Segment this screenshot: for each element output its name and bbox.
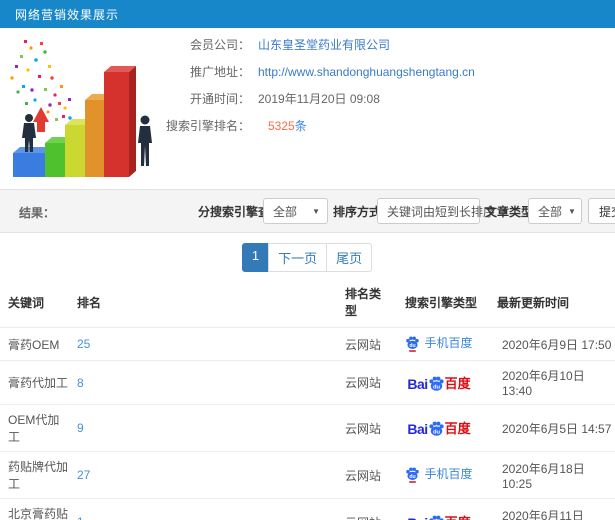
info-field-label: 开通时间： (189, 92, 250, 106)
bar-red (104, 66, 136, 177)
rank-type-cell: 云网站 (337, 451, 389, 499)
update-time-cell: 2020年6月5日 14:57 (489, 404, 615, 452)
rank-link[interactable]: 25 (77, 337, 90, 351)
keyword-cell: 北京膏药贴牌 (0, 498, 69, 520)
svg-text:du: du (410, 343, 416, 349)
baidu-logo: Bai du 百度 (407, 419, 471, 437)
rank-type-cell: 云网站 (337, 327, 389, 361)
table-row: 膏药代加工 8 云网站 Bai du 百度 2020年6月10日 13:40 (0, 360, 615, 405)
mobile-baidu-badge: du 手机百度 (405, 334, 473, 352)
col-header-update-time: 最新更新时间 (497, 295, 570, 310)
table-row: 药贴牌代加工 27 云网站 Bai du 百度 (0, 451, 615, 499)
update-time-cell: 2020年6月10日 13:40 (489, 360, 615, 405)
svg-text:du: du (433, 384, 441, 390)
keyword-cell: 膏药OEM (0, 327, 69, 361)
col-header-keyword: 关键词 (8, 295, 45, 310)
ranking-count-unit: 条 (294, 119, 307, 133)
engine-cell: Bai du 百度 du (389, 498, 489, 520)
rank-type-cell: 云网站 (337, 404, 389, 452)
pagination-item[interactable]: 尾页 (326, 243, 373, 272)
keyword-cell: OEM代加工 (0, 404, 69, 452)
rank-type-cell: 云网站 (337, 498, 389, 520)
businessman-left (22, 114, 36, 152)
table-row: 北京膏药贴牌 1 云网站 Bai du 百度 (0, 498, 615, 520)
engine-cell: Bai du 百度 du (389, 404, 489, 452)
pagination-item[interactable]: 1 (241, 243, 270, 272)
keyword-cell: 药贴牌代加工 (0, 451, 69, 499)
engine-cell: Bai du 百度 du (389, 451, 489, 499)
info-field-label: 推广地址： (189, 65, 250, 79)
rank-link[interactable]: 27 (77, 468, 90, 482)
col-header-rank-type: 排名类型 (345, 287, 382, 318)
baidu-logo-text: Bai (407, 516, 428, 520)
update-time-cell: 2020年6月18日 10:25 (489, 451, 615, 499)
baidu-paw-icon: du (429, 376, 444, 391)
result-label: 结果： (19, 206, 56, 220)
engine-cell: Bai du 百度 du (389, 360, 489, 405)
filter-bar: 结果： 分搜索引擎查看 全部 ▼ 排序方式 关键词由短到长排序 ▼ 文章类型 全… (0, 189, 615, 233)
page-title: 网络营销效果展示 (15, 7, 120, 22)
rank-link[interactable]: 8 (77, 376, 84, 390)
submit-button[interactable]: 提交 (588, 198, 615, 224)
col-header-rank: 排名 (77, 295, 102, 310)
sort-filter-value: 关键词由短到长排序 (387, 204, 496, 219)
baidu-logo-name: 百度 (444, 421, 471, 436)
engine-filter-value: 全部 (273, 204, 298, 219)
engine-cell: Bai du 百度 du (389, 327, 489, 361)
baidu-logo-name: 百度 (445, 516, 471, 520)
mobile-baidu-label: 手机百度 (424, 467, 473, 481)
ranking-count: 5325 (268, 118, 295, 133)
info-field-label: 会员公司： (189, 38, 250, 52)
info-field-row: 开通时间： 2019年11月20日 09:08 (140, 85, 475, 112)
info-field-label: 搜索引擎排名： (165, 119, 250, 133)
table-row: OEM代加工 9 云网站 Bai du 百度 2020年6月5日 14:57 (0, 404, 615, 452)
type-filter-select[interactable]: 全部 ▼ (528, 198, 582, 224)
info-field-value: 2019年11月20日 09:08 (258, 92, 380, 106)
type-filter-value: 全部 (538, 204, 563, 219)
keyword-ranking-table: 关键词 排名 排名类型 搜索引擎类型 最新更新时间 膏药OEM 25 云网站 B… (0, 277, 615, 520)
pagination-item[interactable]: 下一页 (268, 243, 328, 272)
growth-arrow-icon (33, 107, 49, 132)
page: 网络营销效果展示 会员公司： 山东皇圣堂药业有限公司 推广地址： http://… (0, 0, 615, 520)
svg-text:du: du (410, 474, 416, 480)
info-field-row: 会员公司： 山东皇圣堂药业有限公司 (140, 31, 475, 58)
engine-filter-label: 分搜索引擎查看 (198, 204, 283, 219)
col-header-engine-type: 搜索引擎类型 (405, 295, 478, 310)
pagination: 1 下一页 尾页 (0, 243, 615, 272)
baidu-paw-icon: du (429, 515, 444, 520)
baidu-logo: Bai du 百度 (407, 374, 470, 391)
keyword-cell: 膏药代加工 (0, 360, 69, 405)
rank-type-cell: 云网站 (337, 360, 389, 405)
rank-link[interactable]: 1 (77, 515, 84, 520)
update-time-cell: 2020年6月11日 11:18 (489, 498, 615, 520)
table-row: 膏药OEM 25 云网站 Bai du 百度 (0, 327, 615, 361)
update-time-cell: 2020年6月9日 17:50 (489, 327, 615, 361)
mobile-baidu-label: 手机百度 (424, 336, 473, 350)
baidu-logo-name: 百度 (444, 375, 471, 391)
company-info-panel: 会员公司： 山东皇圣堂药业有限公司 推广地址： http://www.shand… (140, 31, 475, 139)
mobile-baidu-paw-icon: du (406, 467, 420, 483)
svg-text:du: du (433, 429, 441, 435)
info-field-row: 推广地址： http://www.shandonghuangshengtang.… (140, 58, 475, 85)
baidu-logo-text: Bai (407, 375, 428, 392)
chevron-down-icon: ▼ (312, 206, 320, 216)
baidu-paw-icon: du (429, 421, 444, 436)
mobile-baidu-paw-icon: du (406, 336, 420, 352)
engine-filter-select[interactable]: 全部 ▼ (263, 198, 328, 224)
confetti-dots (10, 40, 77, 124)
baidu-logo: Bai du 百度 (407, 513, 471, 520)
chevron-down-icon: ▼ (568, 206, 576, 216)
info-field-link[interactable]: 山东皇圣堂药业有限公司 (258, 36, 390, 53)
table-header-row: 关键词 排名 排名类型 搜索引擎类型 最新更新时间 (0, 277, 615, 328)
sort-filter-label: 排序方式 (333, 204, 382, 219)
rank-link[interactable]: 9 (77, 421, 84, 435)
sort-filter-select[interactable]: 关键词由短到长排序 ▼ (377, 198, 509, 224)
filter-controls: 分搜索引擎查看 全部 ▼ 排序方式 关键词由短到长排序 ▼ 文章类型 全部 ▼ … (198, 190, 615, 232)
info-field-row: 搜索引擎排名： 5325 条 (140, 112, 475, 139)
baidu-logo-text: Bai (407, 421, 428, 437)
type-filter-label: 文章类型 (485, 204, 534, 219)
mobile-baidu-badge: du 手机百度 (405, 465, 473, 483)
title-bar: 网络营销效果展示 (0, 0, 615, 28)
info-field-link[interactable]: http://www.shandonghuangshengtang.cn (258, 65, 475, 79)
